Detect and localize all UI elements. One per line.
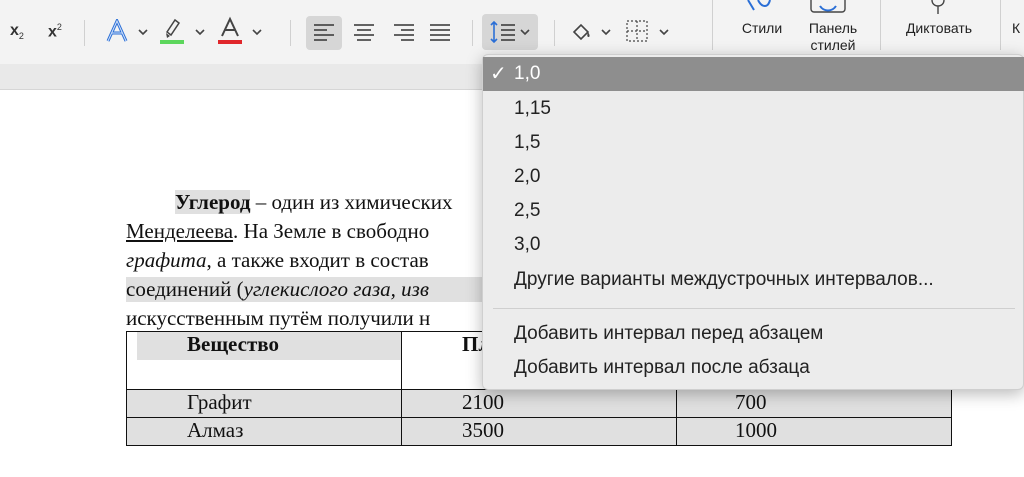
dictate-button[interactable]: Диктовать	[892, 20, 986, 37]
align-center-icon	[354, 24, 374, 41]
superscript-button[interactable]: x2	[48, 22, 62, 41]
table-cell: 700	[676, 389, 952, 418]
font-color-button[interactable]	[216, 16, 244, 46]
subscript-button[interactable]: x2	[10, 22, 24, 41]
menu-item-more-spacing-options[interactable]: Другие варианты междустрочных интервалов…	[483, 263, 1024, 297]
styles-icon	[742, 0, 776, 12]
table-cell: Графит	[126, 389, 402, 418]
line-spacing-menu: ✓ 1,0 1,15 1,5 2,0 2,5 3,0 Другие вариан…	[482, 54, 1024, 390]
doc-line-4-italic: углекислого газа, изв	[243, 277, 429, 301]
superscript-mark: 2	[56, 22, 62, 32]
table-cell: Алмаз	[126, 417, 402, 446]
chevron-down-icon[interactable]	[251, 26, 263, 38]
line-spacing-icon	[490, 20, 515, 44]
doc-line-1-text: – один из химических	[250, 190, 453, 214]
borders-icon	[626, 20, 648, 42]
menu-item-spacing-1-15[interactable]: 1,15	[483, 92, 1024, 126]
doc-line-3-text: , а также входит в состав	[206, 248, 429, 272]
doc-italic-graphite: графита	[126, 248, 207, 272]
doc-line-5: искусственным путём получили н	[126, 306, 431, 330]
menu-divider	[493, 308, 1015, 309]
chevron-down-icon[interactable]	[658, 26, 670, 38]
align-right-icon	[394, 24, 414, 41]
doc-line-4-text: соединений (	[126, 277, 244, 301]
doc-link-mendeleev: Менделеева	[126, 219, 234, 243]
text-effects-button[interactable]	[104, 18, 130, 46]
menu-item-add-space-after[interactable]: Добавить интервал после абзаца	[483, 351, 1024, 385]
font-color-icon	[218, 16, 242, 44]
doc-line-1: Углерод – один из химических	[175, 190, 453, 215]
ribbon-divider	[290, 20, 291, 46]
borders-button[interactable]	[622, 16, 652, 46]
ribbon-divider	[880, 0, 881, 50]
table-cell: 2100	[401, 389, 677, 418]
text-effects-icon	[106, 19, 128, 42]
menu-item-label: 1,0	[514, 63, 541, 84]
chevron-down-icon	[520, 29, 530, 36]
highlight-button[interactable]	[158, 16, 186, 46]
align-left-icon	[314, 24, 334, 41]
menu-item-add-space-before[interactable]: Добавить интервал перед абзацем	[483, 317, 1024, 351]
styles-pane-label-1: Панель	[808, 20, 858, 36]
checkmark-icon: ✓	[490, 63, 507, 85]
chevron-down-icon[interactable]	[600, 26, 612, 38]
ribbon-divider	[472, 20, 473, 46]
table-header-substance: Вещество	[137, 332, 401, 360]
doc-line-2-text: . На Земле в свободно	[233, 219, 430, 243]
menu-item-spacing-1-0[interactable]: ✓ 1,0	[483, 57, 1024, 91]
table-cell: 3500	[401, 417, 677, 446]
menu-item-spacing-3-0[interactable]: 3,0	[483, 228, 1024, 262]
doc-line-2: Менделеева. На Земле в свободно	[126, 219, 429, 244]
subscript-base: x	[10, 22, 19, 39]
styles-pane-button[interactable]: Панель стилей	[798, 20, 868, 54]
justify-icon	[430, 24, 450, 41]
menu-item-spacing-1-5[interactable]: 1,5	[483, 126, 1024, 160]
align-left-button[interactable]	[306, 16, 342, 50]
styles-pane-label-2: стилей	[810, 37, 856, 53]
microphone-icon	[928, 0, 948, 14]
paint-bucket-icon	[572, 23, 590, 41]
menu-item-spacing-2-5[interactable]: 2,5	[483, 194, 1024, 228]
table-cell: 1000	[676, 417, 952, 446]
table-header-cell: Вещество	[126, 331, 402, 390]
subscript-mark: 2	[18, 31, 24, 42]
chevron-down-icon[interactable]	[137, 26, 149, 38]
ribbon-divider	[84, 20, 85, 46]
align-center-button[interactable]	[346, 16, 382, 50]
justify-button[interactable]	[422, 16, 458, 50]
chevron-down-icon[interactable]	[194, 26, 206, 38]
styles-button[interactable]: Стили	[730, 20, 794, 37]
doc-line-3: графита, а также входит в состав	[126, 248, 429, 273]
line-spacing-button[interactable]	[482, 14, 538, 50]
ribbon-divider	[712, 0, 713, 50]
superscript-base: x	[48, 23, 57, 41]
shading-button[interactable]	[566, 18, 596, 46]
highlighter-icon	[160, 18, 184, 44]
edge-button-label[interactable]: К	[1012, 20, 1024, 37]
styles-pane-icon	[808, 0, 848, 14]
menu-item-spacing-2-0[interactable]: 2,0	[483, 160, 1024, 194]
ribbon-divider	[554, 20, 555, 46]
ribbon-divider	[1000, 0, 1001, 50]
doc-line-4: соединений (углекислого газа, изв	[126, 277, 484, 302]
table-row: Графит 2100 700	[126, 389, 952, 418]
table-row: Алмаз 3500 1000	[126, 417, 952, 446]
align-right-button[interactable]	[386, 16, 422, 50]
doc-bold-term: Углерод	[175, 190, 251, 214]
